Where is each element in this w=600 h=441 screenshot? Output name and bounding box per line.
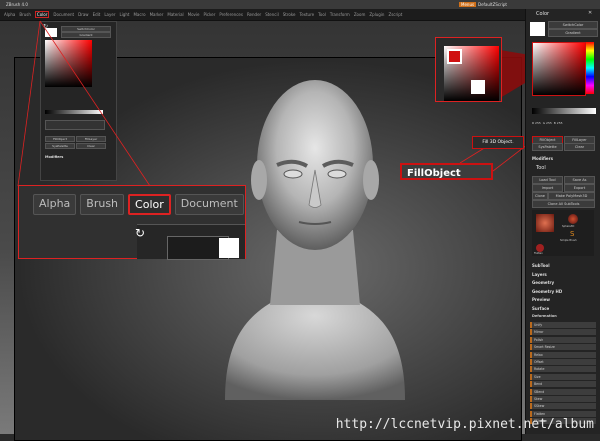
load-tool-button[interactable]: Load Tool — [532, 176, 563, 184]
slider-bend[interactable]: Bend — [530, 381, 596, 388]
section-layers[interactable]: Layers — [532, 272, 596, 281]
callout-connectors — [17, 20, 533, 187]
red-value[interactable]: R 255 — [532, 121, 541, 127]
color-palette-title[interactable]: Color — [536, 11, 549, 17]
selected-color-marker — [447, 49, 462, 64]
head-tool-thumb[interactable] — [536, 214, 554, 232]
switch-color-button[interactable]: SwitchColor — [548, 21, 598, 29]
slider-smart-resize[interactable]: Smart Resize — [530, 344, 596, 351]
section-surface[interactable]: Surface — [532, 306, 596, 315]
slider-flatten[interactable]: Flatten — [530, 410, 596, 417]
section-geometry-hd[interactable]: Geometry HD — [532, 289, 596, 298]
slider-unify[interactable]: Unify — [530, 322, 596, 328]
main-color-swatch[interactable] — [530, 22, 545, 36]
clone-button[interactable]: Clone — [532, 192, 548, 200]
section-subtool[interactable]: SubTool — [532, 263, 596, 272]
flatten-thumb[interactable] — [536, 244, 544, 252]
deformation-sliders: Unify Mirror Polish Smart Resize Relax Offset… — [530, 322, 596, 425]
section-preview[interactable]: Preview — [532, 297, 596, 306]
color-picker-square[interactable] — [532, 42, 586, 96]
section-geometry[interactable]: Geometry — [532, 280, 596, 289]
fill-object-tooltip: Fill 3D Object. — [472, 136, 524, 149]
close-icon[interactable]: ✕ — [588, 10, 592, 16]
watermark-url: http://lccnetvip.pixnet.net/album — [335, 417, 594, 432]
gradient-button[interactable]: Gradient — [548, 29, 598, 37]
sys-palette-button[interactable]: SysPalette — [532, 143, 563, 151]
clone-all-subtools-button[interactable]: Clone All SubTools — [532, 200, 595, 208]
sphere3d-label: Sphere3D — [562, 225, 575, 228]
right-tray: Color ✕ SwitchColor Gradient R 255 G 255… — [525, 9, 600, 434]
import-button[interactable]: Import — [532, 184, 563, 192]
slider-sbend[interactable]: SBend — [530, 388, 596, 395]
blue-value[interactable]: B 255 — [554, 121, 563, 127]
rgb-values[interactable]: R 255 G 255 B 255 — [532, 121, 596, 127]
modifiers-label[interactable]: Modifiers — [532, 156, 553, 161]
clear-button[interactable]: Clear — [564, 143, 595, 151]
simple-brush-icon[interactable]: S — [570, 230, 574, 238]
tool-thumbnails: Sphere3D S Simple Brush Flatten — [532, 210, 594, 256]
slider-skew[interactable]: Skew — [530, 395, 596, 402]
fill-object-zoom-label: FillObject — [400, 163, 493, 180]
slider-rotate[interactable]: Rotate — [530, 366, 596, 373]
slider-sskew[interactable]: SSkew — [530, 403, 596, 410]
slider-mirror[interactable]: Mirror — [530, 329, 596, 336]
simple-brush-label: Simple Brush — [560, 239, 577, 242]
green-value[interactable]: G 255 — [543, 121, 552, 127]
deformation-section[interactable]: Deformation — [532, 314, 557, 318]
tool-sections: SubTool Layers Geometry Geometry HD Preview S… — [532, 263, 596, 314]
tool-palette-title[interactable]: Tool — [536, 165, 546, 171]
brightness-bar[interactable] — [532, 108, 596, 114]
hue-strip[interactable] — [586, 42, 594, 94]
save-as-button[interactable]: Save As — [564, 176, 595, 184]
slider-polish[interactable]: Polish — [530, 336, 596, 343]
sphere3d-thumb[interactable] — [568, 214, 578, 224]
white-swatch — [471, 80, 485, 94]
export-button[interactable]: Export — [564, 184, 595, 192]
flatten-label: Flatten — [534, 252, 543, 255]
slider-relax[interactable]: Relax — [530, 351, 596, 358]
color-zoom-callout — [435, 37, 502, 102]
slider-size[interactable]: Size — [530, 373, 596, 380]
make-polymesh-button[interactable]: Make PolyMesh3D — [548, 192, 595, 200]
slider-offset[interactable]: Offset — [530, 358, 596, 365]
